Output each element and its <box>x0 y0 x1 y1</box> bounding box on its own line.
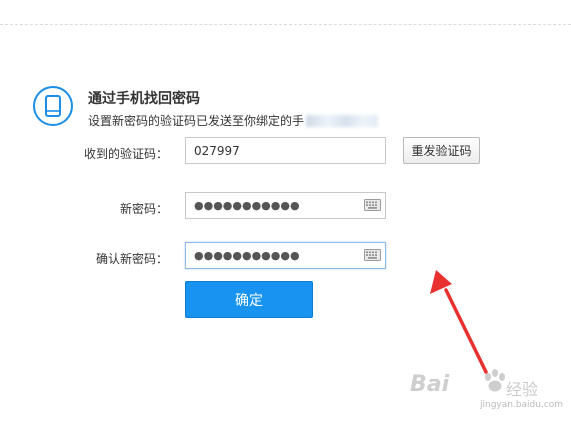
keyboard-icon[interactable] <box>364 199 381 211</box>
watermark: Bai 经验 jingyan.baidu.com <box>410 366 564 416</box>
confirm-button[interactable]: 确定 <box>185 281 313 318</box>
page-subtitle: 设置新密码的验证码已发送至你绑定的手 <box>88 112 379 129</box>
phone-icon <box>33 86 73 126</box>
code-label: 收到的验证码： <box>83 147 168 161</box>
code-field-wrapper <box>185 137 386 164</box>
watermark-brand: Bai <box>410 372 450 397</box>
confirm-password-value: ●●●●●●●●●●● <box>194 249 300 262</box>
paw-icon <box>485 369 505 392</box>
keyboard-icon[interactable] <box>364 249 381 261</box>
confirm-password-field[interactable]: ●●●●●●●●●●● <box>185 242 386 269</box>
confirm-password-label: 确认新密码： <box>95 252 168 266</box>
subtitle-text: 设置新密码的验证码已发送至你绑定的手 <box>88 114 305 128</box>
new-password-field[interactable]: ●●●●●●●●●●● <box>185 192 386 219</box>
new-password-label: 新密码： <box>119 202 168 216</box>
page-title: 通过手机找回密码 <box>88 91 200 107</box>
watermark-url: jingyan.baidu.com <box>480 400 564 410</box>
new-password-value: ●●●●●●●●●●● <box>194 199 300 212</box>
top-divider <box>0 24 571 25</box>
resend-code-button[interactable]: 重发验证码 <box>403 137 480 164</box>
code-input[interactable] <box>186 138 385 163</box>
redacted-phone-number <box>306 115 379 127</box>
watermark-cn: 经验 <box>506 380 539 399</box>
